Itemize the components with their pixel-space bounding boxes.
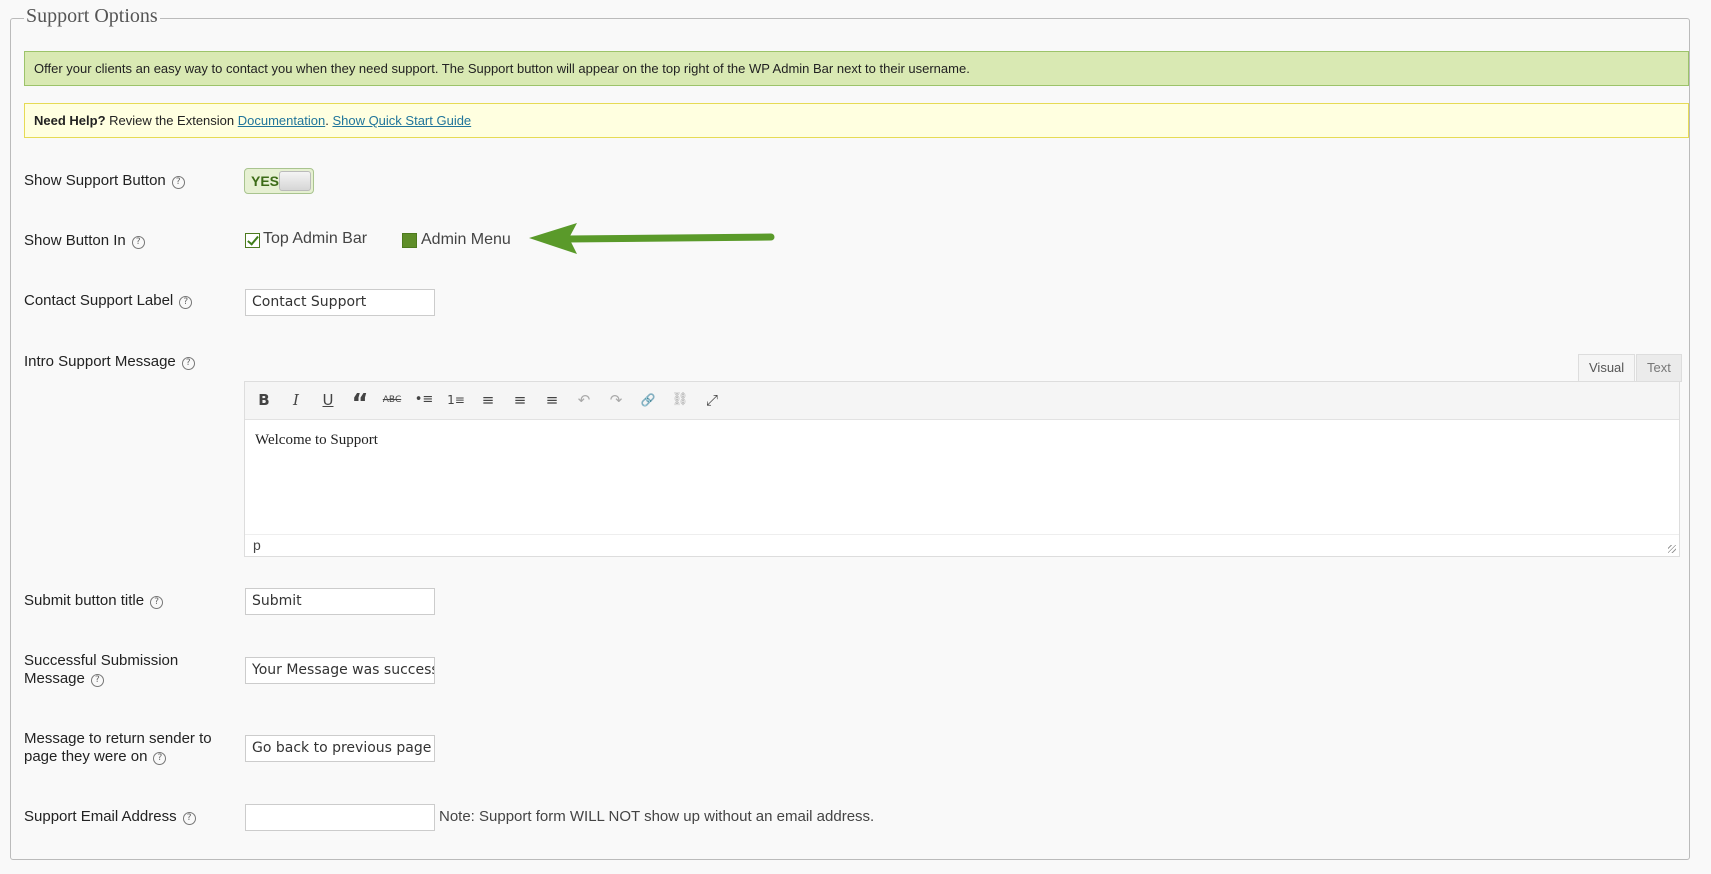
unlink-icon[interactable]: ⛓ <box>669 390 691 410</box>
toggle-knob <box>279 171 311 191</box>
link-icon[interactable]: 🔗 <box>637 390 659 410</box>
bold-icon[interactable]: B <box>253 390 275 410</box>
show-button-in-label-text: Show Button In <box>24 232 126 249</box>
help-icon[interactable]: ? <box>182 812 196 825</box>
editor-status-path: p <box>245 534 1679 556</box>
return-message-label-line1: Message to return sender to <box>24 730 212 747</box>
help-notice: Need Help? Review the Extension Document… <box>24 103 1689 138</box>
support-email-input[interactable] <box>245 804 435 831</box>
align-right-icon[interactable]: ≡ <box>541 390 563 410</box>
help-icon[interactable]: ? <box>179 296 193 309</box>
return-message-label: Message to return sender to page they we… <box>24 730 212 766</box>
green-arrow-icon <box>529 223 775 254</box>
redo-icon[interactable]: ↷ <box>605 390 627 410</box>
admin-menu-label: Admin Menu <box>421 231 511 248</box>
successful-submission-message-label: Successful Submission Message? <box>24 652 178 688</box>
help-notice-text: Review the Extension <box>105 113 238 128</box>
strikethrough-icon[interactable]: ABC <box>381 390 403 410</box>
admin-menu-checkbox[interactable] <box>402 233 417 248</box>
info-notice: Offer your clients an easy way to contac… <box>24 51 1689 86</box>
support-email-label-text: Support Email Address <box>24 808 177 825</box>
contact-support-label-label: Contact Support Label? <box>24 292 193 310</box>
intro-support-message-editor[interactable]: B I U “ ABC •≡ 1≡ ≡ ≡ ≡ ↶ ↷ 🔗 ⛓ ⤢ Welcom… <box>244 381 1680 557</box>
editor-content[interactable]: Welcome to Support <box>255 432 378 449</box>
undo-icon[interactable]: ↶ <box>573 390 595 410</box>
submit-button-title-input[interactable]: Submit <box>245 588 435 615</box>
italic-icon[interactable]: I <box>285 390 307 410</box>
show-support-button-label: Show Support Button? <box>24 172 185 190</box>
section-legend: Support Options <box>24 5 160 28</box>
documentation-link[interactable]: Documentation <box>238 113 325 128</box>
return-message-input[interactable]: Go back to previous page ( <box>245 735 435 762</box>
intro-support-message-label: Intro Support Message? <box>24 353 195 371</box>
show-button-in-label: Show Button In? <box>24 232 145 250</box>
underline-icon[interactable]: U <box>317 390 339 410</box>
support-email-note: Note: Support form WILL NOT show up with… <box>439 808 875 825</box>
successful-submission-message-input[interactable]: Your Message was successful <box>245 657 435 684</box>
support-email-label: Support Email Address? <box>24 808 196 826</box>
submit-button-title-label: Submit button title? <box>24 592 164 610</box>
blockquote-icon[interactable]: “ <box>349 390 371 418</box>
contact-support-label-text: Contact Support Label <box>24 292 174 309</box>
help-icon[interactable]: ? <box>181 357 195 370</box>
editor-toolbar: B I U “ ABC •≡ 1≡ ≡ ≡ ≡ ↶ ↷ 🔗 ⛓ ⤢ <box>245 382 1679 420</box>
tab-text[interactable]: Text <box>1636 354 1682 382</box>
fullscreen-icon[interactable]: ⤢ <box>701 390 723 410</box>
intro-support-message-label-text: Intro Support Message <box>24 353 176 370</box>
align-center-icon[interactable]: ≡ <box>509 390 531 410</box>
toggle-yes-text: YES <box>251 173 280 189</box>
resize-handle-icon[interactable] <box>1668 545 1676 553</box>
contact-support-label-input[interactable]: Contact Support <box>245 289 435 316</box>
help-icon[interactable]: ? <box>153 752 167 765</box>
top-admin-bar-checkbox[interactable] <box>245 233 260 248</box>
bullet-list-icon[interactable]: •≡ <box>413 390 435 410</box>
align-left-icon[interactable]: ≡ <box>477 390 499 410</box>
help-icon[interactable]: ? <box>90 674 104 687</box>
help-icon[interactable]: ? <box>131 236 145 249</box>
numbered-list-icon[interactable]: 1≡ <box>445 390 467 410</box>
successful-submission-label-line2: Message <box>24 670 85 687</box>
submit-button-title-label-text: Submit button title <box>24 592 145 609</box>
show-support-button-label-text: Show Support Button <box>24 172 166 189</box>
help-notice-bold: Need Help? <box>34 113 106 128</box>
help-icon[interactable]: ? <box>171 176 185 189</box>
show-support-button-toggle[interactable]: YES <box>244 168 314 194</box>
successful-submission-label-line1: Successful Submission <box>24 652 179 669</box>
top-admin-bar-label: Top Admin Bar <box>263 230 368 247</box>
tab-visual[interactable]: Visual <box>1578 354 1636 382</box>
quick-start-guide-link[interactable]: Show Quick Start Guide <box>332 113 471 128</box>
help-icon[interactable]: ? <box>150 596 164 609</box>
return-message-label-line2: page they were on <box>24 748 148 765</box>
